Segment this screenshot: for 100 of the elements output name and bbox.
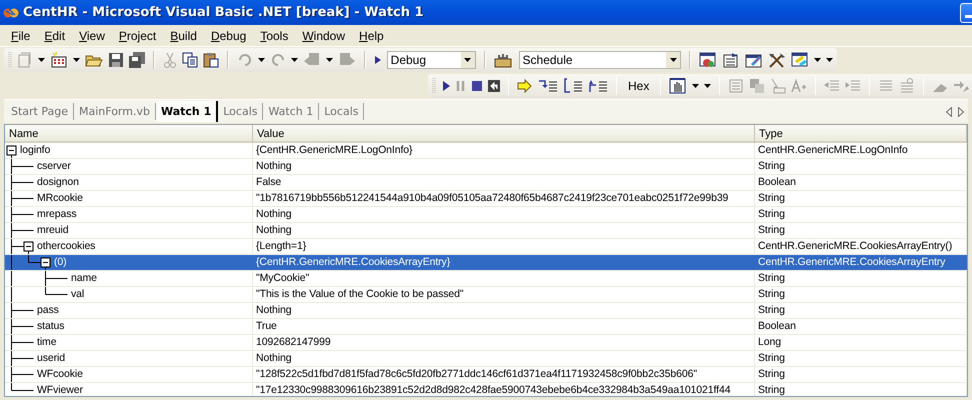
hex-button[interactable]: Hex bbox=[625, 78, 652, 94]
document-tab[interactable]: Watch 1 bbox=[263, 103, 320, 120]
continue-icon[interactable] bbox=[441, 80, 451, 92]
watch-row[interactable]: status True Boolean bbox=[5, 319, 967, 335]
value-cell: "17e12330c9988309616b23891c52d2d8d982c428fae5900743ebebe6b4ce332984b3a549aa101021ff44 bbox=[253, 383, 755, 396]
watch-row[interactable]: dosignon False Boolean bbox=[5, 175, 967, 191]
collapse-icon[interactable] bbox=[40, 258, 50, 268]
watch-row[interactable]: cserver Nothing String bbox=[5, 159, 967, 175]
value-cell: {CentHR.GenericMRE.CookiesArrayEntry} bbox=[253, 255, 755, 270]
watch-row[interactable]: name "MyCookie" String bbox=[5, 271, 967, 287]
caret-icon[interactable] bbox=[326, 58, 333, 62]
column-header[interactable]: Name bbox=[5, 125, 253, 143]
watch-row[interactable]: (0) {CentHR.GenericMRE.CookiesArrayEntry} CentHR.GenericMRE.CookiesArrayEntry bbox=[5, 255, 967, 271]
type-cell: String bbox=[755, 303, 967, 318]
stop-icon[interactable] bbox=[471, 80, 483, 92]
name-cell: (0) bbox=[54, 255, 67, 270]
value-cell: "1b7816719bb556b512241544a910b4a09f05105aa72480f65b4687c2419f23ce701eabc0251f72e99b39 bbox=[253, 191, 755, 206]
name-cell: WFcookie bbox=[37, 367, 83, 382]
caret-icon[interactable] bbox=[670, 58, 677, 62]
minimize-button[interactable] bbox=[960, 2, 972, 22]
watch-row[interactable]: pass Nothing String bbox=[5, 303, 967, 319]
window-title: CentHR - Microsoft Visual Basic .NET [break] - Watch 1 bbox=[23, 5, 425, 20]
watch-row[interactable]: val "This is the Value of the Cookie to be passed" String bbox=[5, 287, 967, 303]
type-cell: Boolean bbox=[755, 319, 967, 334]
type-cell: CentHR.GenericMRE.CookiesArrayEntry bbox=[755, 255, 967, 270]
value-cell: Nothing bbox=[253, 207, 755, 222]
app-icon bbox=[3, 6, 19, 20]
menu-item[interactable]: View bbox=[72, 26, 112, 44]
value-cell: {Length=1} bbox=[253, 239, 755, 254]
watch-row[interactable]: time 1092682147999 Long bbox=[5, 335, 967, 351]
type-cell: String bbox=[755, 159, 967, 174]
tree-line bbox=[11, 351, 34, 366]
document-tab[interactable]: Locals bbox=[319, 103, 364, 120]
menu-item[interactable]: File bbox=[4, 26, 38, 44]
step-into-icon[interactable] bbox=[538, 78, 558, 94]
document-tab[interactable]: Watch 1 bbox=[156, 101, 218, 122]
value-cell: "128f522c5d1fbd7d81f5fad78c6c5fd20fb2771ddc146cf61d371ea4f1171932458c9f0bb2c35b606" bbox=[253, 367, 755, 382]
column-header[interactable]: Type bbox=[755, 125, 967, 143]
value-cell: "MyCookie" bbox=[253, 271, 755, 286]
value-cell: False bbox=[253, 175, 755, 190]
name-cell: mreuid bbox=[37, 223, 68, 238]
type-cell: String bbox=[755, 271, 967, 286]
step-out-icon[interactable] bbox=[588, 78, 608, 94]
scroll-left-icon[interactable] bbox=[946, 106, 952, 116]
menu-item[interactable]: Tools bbox=[253, 26, 296, 44]
step-over-icon[interactable] bbox=[563, 78, 583, 94]
type-cell: String bbox=[755, 207, 967, 222]
menu-item[interactable]: Debug bbox=[204, 26, 254, 44]
watch-row[interactable]: MRcookie "1b7816719bb556b512241544a910b4a09f05105aa72480f65b4687c2419f23ce701eabc0251f72e99b39 String bbox=[5, 191, 967, 207]
watch-row[interactable]: loginfo {CentHR.GenericMRE.LogOnInfo} CentHR.GenericMRE.LogOnInfo bbox=[5, 143, 967, 159]
paste-icon[interactable] bbox=[202, 52, 219, 68]
name-cell: MRcookie bbox=[37, 191, 83, 206]
name-cell: mrepass bbox=[37, 207, 77, 222]
configuration-dropdown[interactable]: Debug bbox=[386, 51, 476, 69]
tree-line bbox=[11, 335, 34, 350]
save-icon[interactable] bbox=[108, 52, 124, 68]
tree-line bbox=[11, 175, 34, 190]
collapse-icon[interactable] bbox=[6, 146, 16, 156]
caret-icon[interactable] bbox=[290, 58, 298, 62]
play-icon[interactable] bbox=[374, 55, 382, 65]
toolbar-grip bbox=[8, 51, 12, 69]
project-dropdown[interactable]: Schedule bbox=[518, 51, 682, 69]
scroll-right-icon[interactable] bbox=[958, 106, 964, 116]
watch-row[interactable]: mrepass Nothing String bbox=[5, 207, 967, 223]
watch-row[interactable]: WFviewer "17e12330c9988309616b23891c52d2d8d982c428fae5900743ebebe6b4ce332984b3a549aa101021ff44 String bbox=[5, 383, 967, 396]
document-tab[interactable]: Locals bbox=[218, 103, 264, 120]
tree-line bbox=[11, 223, 34, 238]
name-cell: time bbox=[37, 335, 56, 350]
caret-icon[interactable] bbox=[73, 58, 80, 62]
copy-icon[interactable] bbox=[182, 52, 198, 68]
tools-icon[interactable] bbox=[768, 52, 786, 68]
caret-icon[interactable] bbox=[464, 58, 472, 62]
type-cell: CentHR.GenericMRE.CookiesArrayEntry() bbox=[755, 239, 967, 254]
save-all-icon[interactable] bbox=[129, 52, 145, 68]
menu-item[interactable]: Edit bbox=[37, 26, 72, 44]
document-tab[interactable]: Start Page bbox=[6, 103, 74, 120]
tree-line bbox=[11, 207, 34, 222]
watch-row[interactable]: mreuid Nothing String bbox=[5, 223, 967, 239]
type-cell: String bbox=[755, 223, 967, 238]
value-cell: Nothing bbox=[253, 303, 755, 318]
menu-item[interactable]: Build bbox=[163, 26, 204, 44]
tree-line bbox=[11, 319, 34, 334]
name-cell: WFviewer bbox=[37, 383, 83, 396]
collapse-icon[interactable] bbox=[24, 242, 34, 252]
add-item-icon[interactable] bbox=[50, 52, 68, 68]
name-cell: loginfo bbox=[20, 143, 50, 158]
tree-line bbox=[11, 191, 34, 206]
caret-icon[interactable] bbox=[38, 58, 45, 62]
menu-item[interactable]: Help bbox=[352, 26, 391, 44]
next-statement-arrow-icon[interactable] bbox=[517, 79, 533, 93]
watch-row[interactable]: userid Nothing String bbox=[5, 351, 967, 367]
column-header[interactable]: Value bbox=[253, 125, 755, 143]
menu-item[interactable]: Project bbox=[112, 26, 164, 44]
type-cell: Long bbox=[755, 335, 967, 350]
menu-item[interactable]: Window bbox=[295, 26, 352, 44]
caret-icon[interactable] bbox=[258, 58, 265, 62]
watch-row[interactable]: WFcookie "128f522c5d1fbd7d81f5fad78c6c5fd20fb2771ddc146cf61d371ea4f1171932458c9f0bb2c35b606" String bbox=[5, 367, 967, 383]
name-cell: pass bbox=[37, 303, 59, 318]
name-cell: userid bbox=[37, 351, 65, 366]
toolbar-grip bbox=[432, 77, 436, 95]
